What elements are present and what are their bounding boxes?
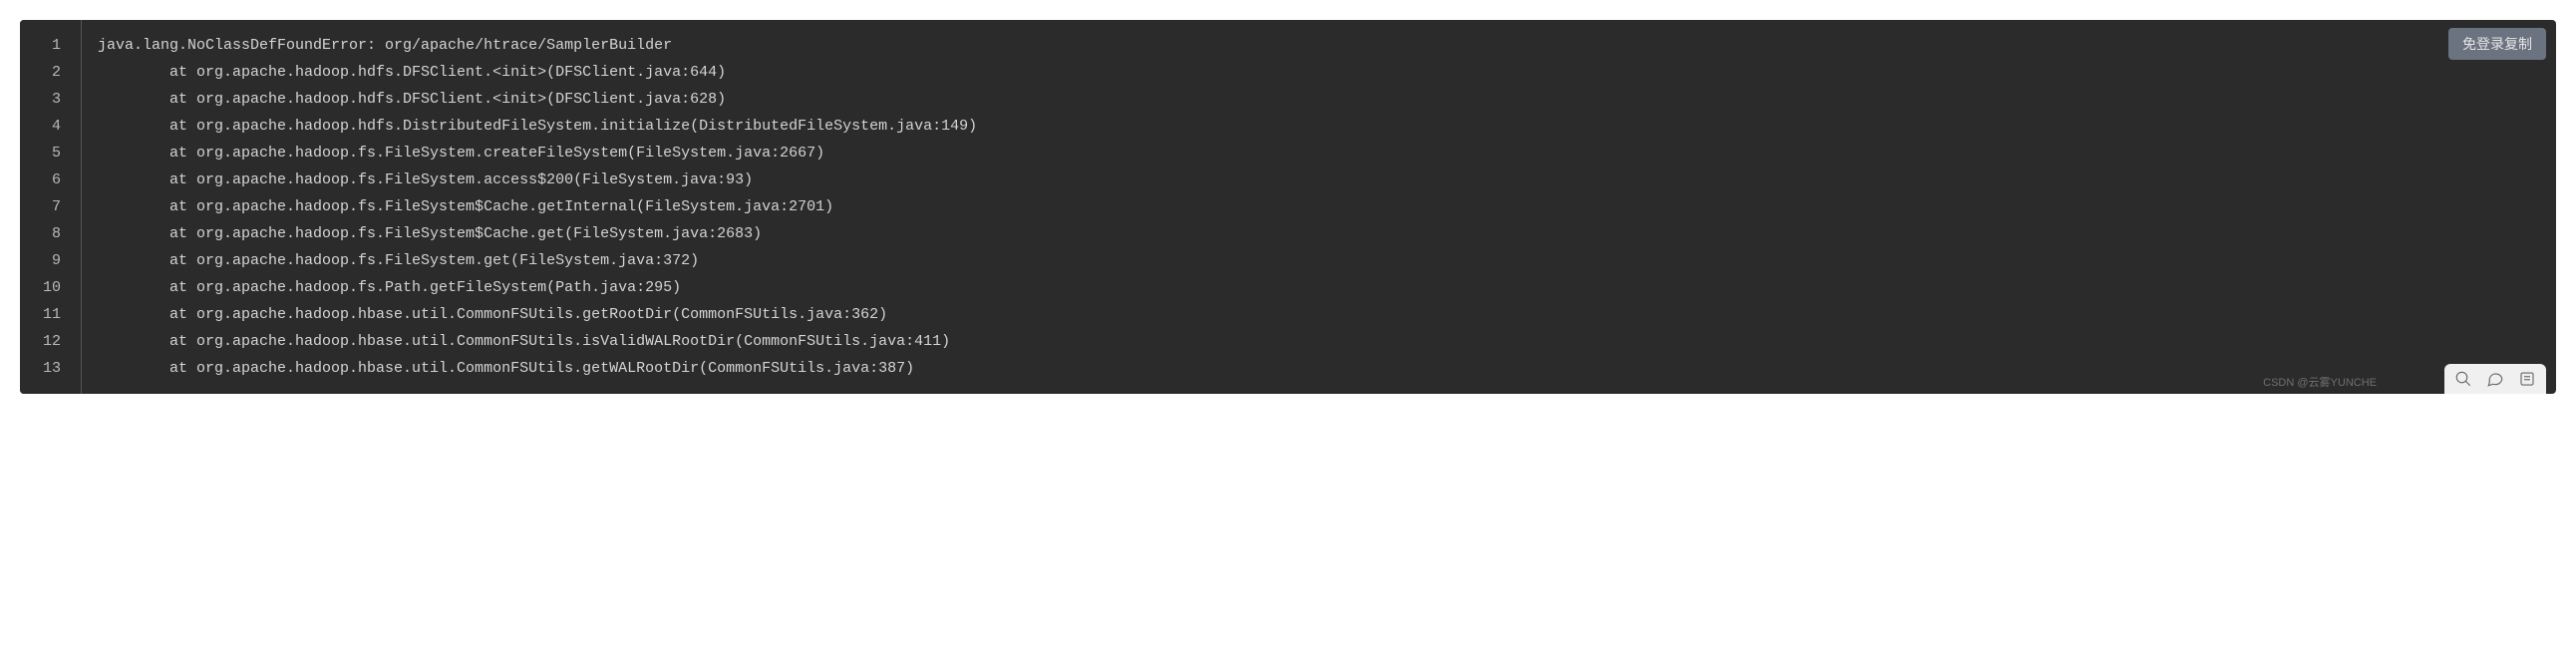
line-number: 11	[20, 301, 71, 328]
bottom-toolbar	[2444, 364, 2546, 394]
line-number: 5	[20, 140, 71, 167]
code-content: 1 2 3 4 5 6 7 8 9 10 11 12 13 java.lang.…	[20, 20, 2556, 394]
watermark: CSDN @云雾YUNCHE	[2263, 374, 2377, 390]
line-number: 10	[20, 274, 71, 301]
line-number: 6	[20, 167, 71, 193]
copy-button[interactable]: 免登录复制	[2448, 28, 2546, 60]
line-number: 2	[20, 59, 71, 86]
line-number: 12	[20, 328, 71, 355]
line-number: 8	[20, 220, 71, 247]
line-number: 9	[20, 247, 71, 274]
line-numbers-gutter: 1 2 3 4 5 6 7 8 9 10 11 12 13	[20, 20, 82, 394]
search-icon[interactable]	[2454, 370, 2472, 388]
line-number: 13	[20, 355, 71, 382]
line-number: 3	[20, 86, 71, 113]
line-number: 1	[20, 32, 71, 59]
code-lines[interactable]: java.lang.NoClassDefFoundError: org/apac…	[82, 20, 2556, 394]
line-number: 4	[20, 113, 71, 140]
code-block: 免登录复制 1 2 3 4 5 6 7 8 9 10 11 12 13 java…	[20, 20, 2556, 394]
comment-icon[interactable]	[2486, 370, 2504, 388]
note-icon[interactable]	[2518, 370, 2536, 388]
line-number: 7	[20, 193, 71, 220]
